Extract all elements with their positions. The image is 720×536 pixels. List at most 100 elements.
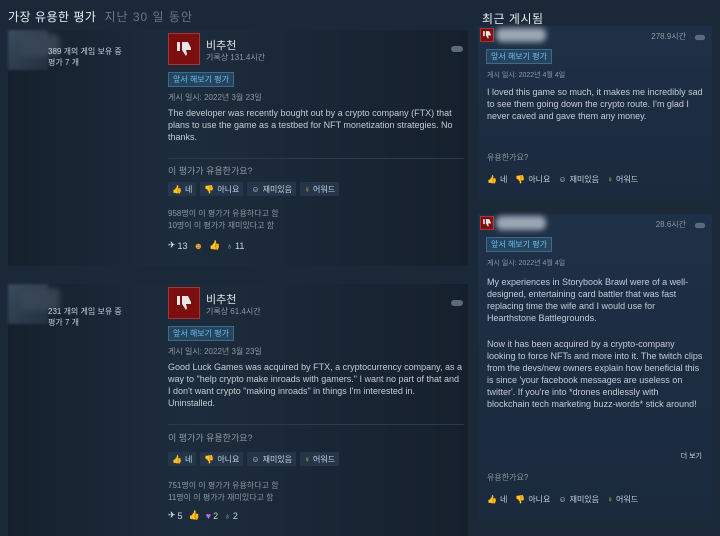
review-body: 비추천 기록상 61.4시간 앞서 해보기 평가 게시 일시: 2022년 3월… [168, 284, 464, 536]
hug-award-icon[interactable]: ☻ [194, 241, 203, 251]
helpful-count: 751명이 이 평가가 유용하다고 함 [168, 481, 279, 490]
vote-no-button[interactable]: 👎 아니요 [200, 182, 244, 196]
vote-no-button[interactable]: 👎 아니요 [515, 492, 550, 506]
heart-award-icon[interactable]: ♥ 2 [206, 511, 218, 521]
award-icon: ♀ [607, 174, 614, 184]
vote-funny-button[interactable]: ☺ 재미있음 [558, 492, 599, 506]
smile-icon: ☺ [251, 184, 260, 194]
early-access-badge: 앞서 해보기 평가 [486, 49, 552, 64]
wings-award-icon[interactable]: ✈ 5 [168, 510, 183, 521]
funny-count: 10명이 이 평가가 재미있다고 함 [168, 221, 275, 230]
award-icon: ♀ [304, 184, 311, 194]
review-text: The developer was recently bought out by… [168, 108, 453, 142]
thumbs-down-icon: 👎 [515, 174, 526, 184]
smile-icon: ☺ [251, 454, 260, 464]
early-access-badge: 앞서 해보기 평가 [168, 72, 234, 87]
vote-yes-button[interactable]: 👍 네 [487, 172, 507, 186]
review-text: I loved this game so much, it makes me i… [487, 87, 703, 121]
recent-review-card: 28.6시간 앞서 해보기 평가 게시 일시: 2022년 4월 4일 My e… [478, 214, 712, 520]
awards-row: ✈ 5 👍 ♥ 2 ♁ 2 [168, 510, 238, 521]
award-icon: ♀ [304, 454, 311, 464]
early-access-badge: 앞서 해보기 평가 [486, 237, 552, 252]
smile-icon: ☺ [558, 494, 567, 504]
author-name-blurred [496, 216, 546, 230]
recent-column: 최근 게시됨 278.9시간 앞서 해보기 평가 게시 일시: 2022년 4월… [478, 0, 720, 536]
wings-award-icon[interactable]: ✈ 13 [168, 240, 188, 251]
thumbs-down-icon [480, 216, 494, 230]
vote-yes-button[interactable]: 👍 네 [168, 182, 197, 196]
author-name-blurred [496, 28, 546, 42]
game-icon[interactable] [694, 29, 706, 47]
vote-buttons: 👍 네 👎 아니요 ☺ 재미있음 ♀ 어워드 [168, 182, 340, 196]
review-author[interactable]: 231 개의 게임 보유 중 평가 7 개 [8, 284, 158, 344]
playtime: 기록상 131.4시간 [206, 53, 266, 62]
vote-buttons: 👍 네 👎 아니요 ☺ 재미있음 ♀ 어워드 [487, 492, 638, 506]
award-button[interactable]: ♀ 어워드 [300, 182, 340, 196]
vote-yes-button[interactable]: 👍 네 [168, 452, 197, 466]
recent-review-card: 278.9시간 앞서 해보기 평가 게시 일시: 2022년 4월 4일 I l… [478, 26, 712, 200]
review-count: 평가 7 개 [48, 58, 79, 67]
review-body: 비추천 기록상 131.4시간 앞서 해보기 평가 게시 일시: 2022년 3… [168, 30, 464, 266]
thumbs-up-icon: 👍 [487, 494, 497, 504]
playtime: 기록상 61.4시간 [206, 307, 261, 316]
divider [168, 158, 464, 159]
game-icon[interactable] [694, 217, 706, 235]
posted-date: 게시 일시: 2022년 3월 23일 [168, 93, 262, 102]
vote-no-button[interactable]: 👎 아니요 [200, 452, 244, 466]
most-helpful-column: 389 개의 게임 보유 중 평가 7 개 비추천 기록상 131.4시간 앞서… [0, 0, 468, 536]
thumbs-award-icon[interactable]: 👍 [189, 510, 200, 521]
helpful-question: 이 평가가 유용한가요? [168, 166, 253, 176]
smile-icon: ☺ [558, 174, 567, 184]
vote-no-button[interactable]: 👎 아니요 [515, 172, 550, 186]
game-icon[interactable] [450, 41, 464, 59]
review-text-paragraph-1: My experiences in Storybook Brawl were o… [487, 277, 689, 323]
thumbs-award-icon[interactable]: 👍 [209, 240, 220, 251]
thumbs-down-icon [168, 287, 200, 319]
award-button[interactable]: ♀ 어워드 [300, 452, 340, 466]
thumbs-down-icon: 👎 [515, 494, 526, 504]
posted-date: 게시 일시: 2022년 4월 4일 [487, 260, 566, 267]
author-stats: 389 개의 게임 보유 중 평가 7 개 [48, 46, 148, 68]
helpful-question: 유용한가요? [487, 153, 529, 162]
review-card: 389 개의 게임 보유 중 평가 7 개 비추천 기록상 131.4시간 앞서… [8, 30, 468, 266]
author-stats: 231 개의 게임 보유 중 평가 7 개 [48, 306, 148, 328]
games-owned: 389 개의 게임 보유 중 [48, 47, 122, 56]
review-text-paragraph-2: Now it has been acquired by a crypto-com… [487, 339, 703, 409]
divider [168, 424, 464, 425]
review-card: 231 개의 게임 보유 중 평가 7 개 비추천 기록상 61.4시간 앞서 … [8, 284, 468, 536]
vote-funny-button[interactable]: ☺ 재미있음 [247, 452, 297, 466]
review-count: 평가 7 개 [48, 318, 79, 327]
review-author[interactable]: 389 개의 게임 보유 중 평가 7 개 [8, 30, 158, 90]
vote-funny-button[interactable]: ☺ 재미있음 [247, 182, 297, 196]
funny-count: 11명이 이 평가가 재미있다고 함 [168, 493, 274, 502]
thumbs-down-icon [168, 33, 200, 65]
game-icon[interactable] [450, 295, 464, 313]
games-owned: 231 개의 게임 보유 중 [48, 307, 122, 316]
verdict: 비추천 [206, 294, 237, 306]
award-button[interactable]: ♀ 어워드 [607, 172, 638, 186]
recent-title: 최근 게시됨 [482, 12, 544, 26]
awards-row: ✈ 13 ☻ 👍 ♁ 11 [168, 240, 244, 251]
thumbs-down-icon: 👎 [204, 184, 215, 194]
vote-buttons: 👍 네 👎 아니요 ☺ 재미있음 ♀ 어워드 [487, 172, 638, 186]
review-text: Good Luck Games was acquired by FTX, a c… [168, 362, 462, 408]
read-more-link[interactable]: 더 보기 [681, 451, 702, 461]
award-button[interactable]: ♀ 어워드 [607, 492, 638, 506]
helpful-count: 958명이 이 평가가 유용하다고 함 [168, 209, 279, 218]
early-access-badge: 앞서 해보기 평가 [168, 326, 234, 341]
playtime: 28.6시간 [655, 220, 686, 229]
helpful-question: 이 평가가 유용한가요? [168, 433, 253, 443]
vote-buttons: 👍 네 👎 아니요 ☺ 재미있음 ♀ 어워드 [168, 452, 340, 466]
verdict: 비추천 [206, 40, 237, 52]
medal-award-icon[interactable]: ♁ 2 [224, 511, 238, 521]
award-icon: ♀ [607, 494, 614, 504]
thumbs-down-icon: 👎 [204, 454, 215, 464]
thumbs-up-icon: 👍 [487, 174, 497, 184]
thumbs-down-icon [480, 28, 494, 42]
vote-yes-button[interactable]: 👍 네 [487, 492, 507, 506]
posted-date: 게시 일시: 2022년 3월 23일 [168, 347, 262, 356]
vote-funny-button[interactable]: ☺ 재미있음 [558, 172, 599, 186]
medal-award-icon[interactable]: ♁ 11 [226, 241, 244, 251]
thumbs-up-icon: 👍 [172, 454, 182, 464]
playtime: 278.9시간 [651, 32, 686, 41]
